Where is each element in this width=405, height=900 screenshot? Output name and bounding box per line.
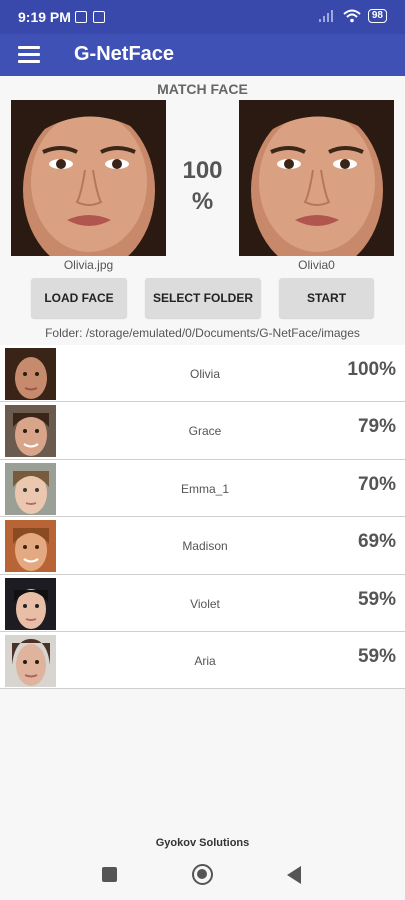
footer-text: Gyokov Solutions — [155, 837, 250, 849]
result-name: Grace — [188, 424, 222, 439]
list-item[interactable]: Violet 59% — [0, 574, 405, 632]
start-button[interactable]: START — [279, 278, 374, 318]
recents-icon[interactable] — [102, 867, 117, 882]
notification-icon — [93, 11, 105, 23]
match-face-title: MATCH FACE — [157, 81, 248, 97]
status-bar: 9:19 PM 98 — [0, 0, 405, 34]
result-score: 59% — [357, 588, 396, 610]
result-name: Olivia — [189, 367, 220, 381]
result-thumbnail — [5, 520, 56, 573]
select-folder-button[interactable]: SELECT FOLDER — [145, 278, 261, 318]
list-item[interactable]: Grace 79% — [0, 402, 405, 460]
app-bar: G-NetFace — [0, 34, 405, 76]
home-icon[interactable] — [192, 864, 213, 885]
result-score: 79% — [357, 416, 396, 438]
matched-face-caption: Olivia0 — [298, 258, 335, 272]
match-percent-sign: % — [191, 188, 214, 215]
wifi-icon — [343, 9, 361, 23]
source-face-image[interactable] — [11, 100, 166, 256]
battery-icon: 98 — [367, 9, 387, 23]
source-face-caption: Olivia.jpg — [63, 258, 114, 272]
list-item[interactable]: Emma_1 70% — [0, 459, 405, 518]
result-name: Emma_1 — [180, 481, 230, 496]
result-score: 70% — [357, 473, 396, 495]
result-thumbnail — [5, 348, 56, 400]
result-thumbnail — [5, 405, 56, 458]
list-item[interactable]: Madison 69% — [0, 517, 405, 575]
list-item[interactable]: Olivia 100% — [0, 345, 405, 403]
result-score: 59% — [357, 645, 396, 667]
load-face-button[interactable]: LOAD FACE — [31, 278, 127, 318]
signal-icon — [318, 10, 333, 22]
app-title: G-NetFace — [74, 43, 175, 65]
navigation-bar — [0, 852, 405, 900]
result-score: 69% — [357, 531, 396, 553]
notification-icon — [75, 11, 87, 23]
menu-icon[interactable] — [18, 46, 40, 63]
result-name: Violet — [190, 596, 220, 611]
match-percent-value: 100 — [182, 157, 223, 184]
result-thumbnail — [5, 577, 56, 630]
result-score: 100% — [347, 359, 396, 380]
result-name: Aria — [194, 653, 216, 668]
result-thumbnail — [5, 462, 56, 515]
matched-face-image[interactable] — [239, 100, 394, 256]
status-time: 9:19 PM — [18, 9, 71, 25]
list-item[interactable]: Aria 59% — [0, 631, 405, 690]
results-list: Olivia 100% Grace 79% Emma_1 70% Madison… — [0, 345, 405, 690]
folder-path: Folder: /storage/emulated/0/Documents/G-… — [45, 326, 360, 340]
back-icon[interactable] — [287, 866, 301, 884]
result-thumbnail — [5, 634, 56, 687]
result-name: Madison — [182, 539, 228, 554]
